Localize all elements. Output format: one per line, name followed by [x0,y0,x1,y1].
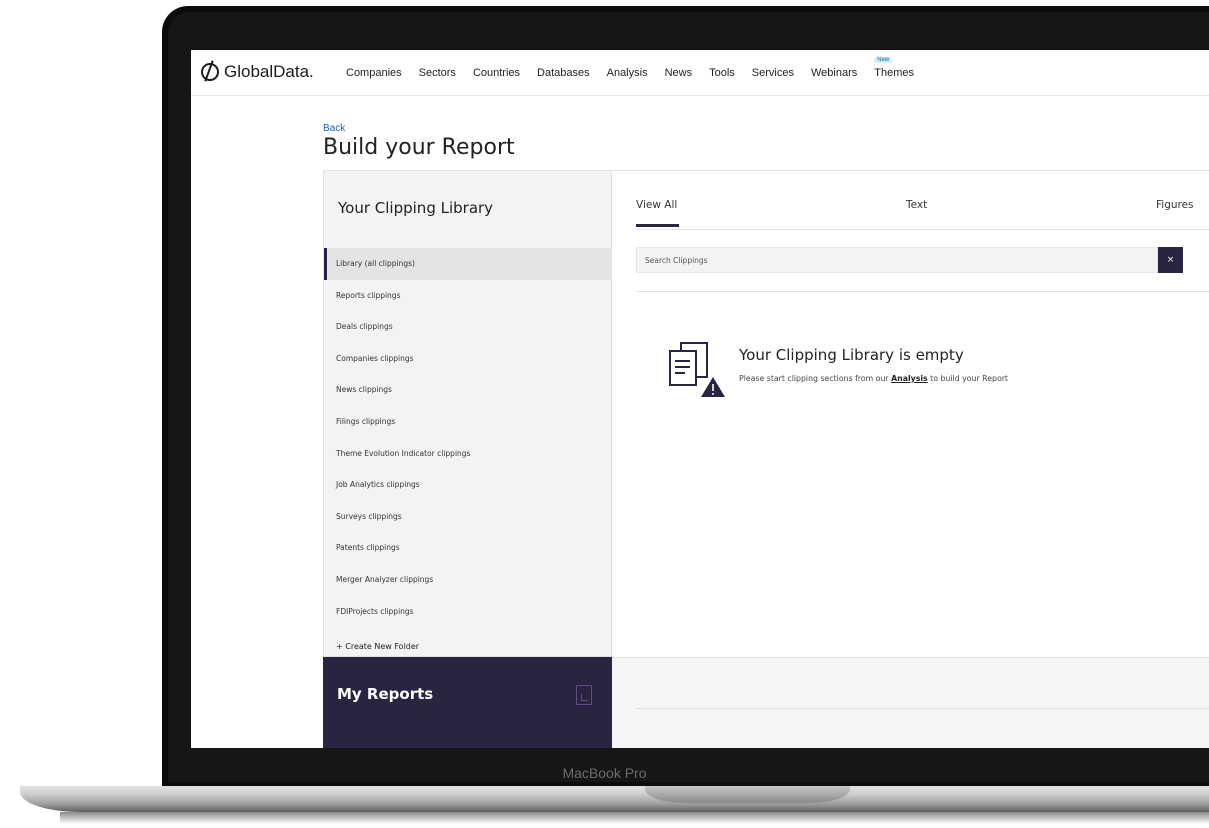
search-clippings-input[interactable] [637,248,1163,272]
search-clippings-box [636,247,1163,273]
my-reports-panel[interactable]: My Reports [323,657,612,748]
device-label: MacBook Pro [562,765,647,781]
top-navigation: GlobalData. Companies Sectors Countries … [191,50,1209,96]
logo-text: GlobalData. [224,62,314,81]
report-document-icon [576,685,592,705]
library-item-fdiprojects[interactable]: FDIProjects clippings [324,596,611,628]
clipping-tabs: View All Text Figures [636,199,1209,229]
laptop-base [20,786,1209,812]
empty-text-after: to build your Report [927,374,1008,383]
nav-links: Companies Sectors Countries Databases An… [346,57,931,79]
new-badge: New [874,57,893,63]
nav-databases[interactable]: Databases [537,67,590,79]
library-item-deals[interactable]: Deals clippings [324,311,611,343]
library-item-companies[interactable]: Companies clippings [324,343,611,375]
clear-search-button[interactable]: × [1158,247,1183,273]
tab-divider [636,229,1209,230]
nav-countries[interactable]: Countries [473,67,520,79]
library-item-job-analytics[interactable]: Job Analytics clippings [324,469,611,501]
globaldata-logo[interactable]: GlobalData. [201,62,314,82]
search-divider [636,291,1209,292]
library-item-patents[interactable]: Patents clippings [324,532,611,564]
library-item-surveys[interactable]: Surveys clippings [324,501,611,533]
tab-text[interactable]: Text [906,199,927,211]
nav-tools[interactable]: Tools [709,67,735,79]
nav-companies[interactable]: Companies [346,67,402,79]
library-item-all[interactable]: Library (all clippings) [324,248,611,280]
empty-state-title: Your Clipping Library is empty [739,346,964,364]
nav-webinars[interactable]: Webinars [811,67,857,79]
analysis-link[interactable]: Analysis [891,374,928,383]
nav-news[interactable]: News [665,67,693,79]
empty-state-text: Please start clipping sections from our … [739,374,1008,383]
laptop-hinge-notch [645,786,850,803]
tab-figures[interactable]: Figures [1156,199,1194,211]
library-item-reports[interactable]: Reports clippings [324,280,611,312]
library-item-news[interactable]: News clippings [324,374,611,406]
nav-analysis[interactable]: Analysis [607,67,648,79]
clippings-content-pane: View All Text Figures × Your Clipping Li… [612,170,1209,658]
library-item-merger-analyzer[interactable]: Merger Analyzer clippings [324,564,611,596]
laptop-screen: GlobalData. Companies Sectors Countries … [191,50,1209,748]
tab-view-all[interactable]: View All [636,199,680,227]
reports-divider [636,708,1209,709]
library-item-theme-evolution[interactable]: Theme Evolution Indicator clippings [324,438,611,470]
nav-themes-label: Themes [874,67,914,79]
clipping-library-panel: Your Clipping Library Library (all clipp… [323,170,612,657]
nav-sectors[interactable]: Sectors [419,67,456,79]
globaldata-logo-icon [201,63,219,81]
empty-text-before: Please start clipping sections from our [739,374,892,383]
library-folder-list: Library (all clippings) Reports clipping… [324,248,611,627]
back-link[interactable]: Back [323,123,345,134]
library-item-filings[interactable]: Filings clippings [324,406,611,438]
empty-library-icon [669,342,725,397]
nav-themes[interactable]: New Themes [874,57,914,79]
library-title: Your Clipping Library [338,199,494,217]
laptop-base-shadow [60,812,1209,824]
nav-services[interactable]: Services [752,67,794,79]
reports-content-area [612,657,1209,748]
create-new-folder-button[interactable]: + Create New Folder [336,642,419,651]
page-title: Build your Report [323,135,515,160]
my-reports-title: My Reports [337,685,434,703]
